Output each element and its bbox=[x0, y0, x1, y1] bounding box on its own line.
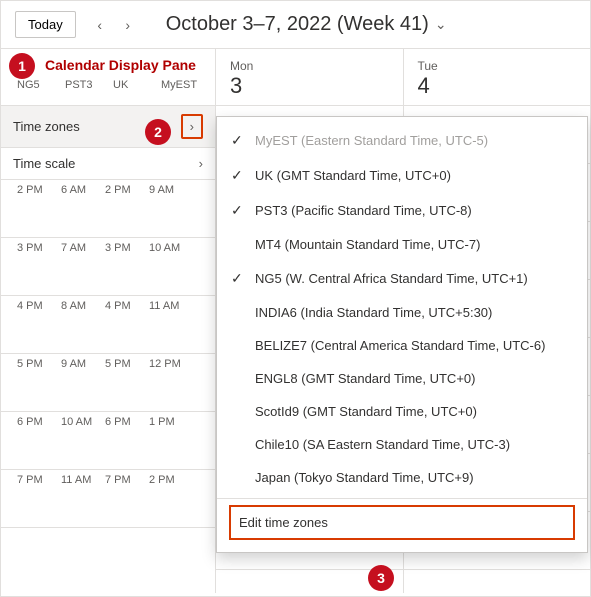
check-icon: ✓ bbox=[231, 270, 251, 287]
timezone-option[interactable]: BELIZE7 (Central America Standard Time, … bbox=[217, 329, 587, 362]
timezone-option-label: NG5 (W. Central Africa Standard Time, UT… bbox=[255, 271, 528, 286]
time-cell: 3 PM bbox=[105, 242, 149, 295]
timezone-option-label: UK (GMT Standard Time, UTC+0) bbox=[255, 168, 451, 183]
time-row: 6 PM10 AM6 PM1 PM bbox=[1, 412, 215, 470]
annotation-badge-1: 1 bbox=[9, 53, 35, 79]
tz-col-1: PST3 bbox=[65, 79, 109, 91]
date-range-label: October 3–7, 2022 (Week 41) bbox=[166, 13, 429, 36]
time-cell: 9 AM bbox=[61, 358, 105, 411]
calendar-header-row: Calendar Display Pane NG5 PST3 UK MyEST … bbox=[1, 49, 590, 106]
time-cell: 5 PM bbox=[17, 358, 61, 411]
timezone-option[interactable]: INDIA6 (India Standard Time, UTC+5:30) bbox=[217, 296, 587, 329]
timezone-header-pane: Calendar Display Pane NG5 PST3 UK MyEST bbox=[1, 49, 216, 105]
day-number: 3 bbox=[230, 73, 389, 99]
time-cell: 2 PM bbox=[149, 474, 193, 527]
prev-week-button[interactable]: ‹ bbox=[88, 13, 112, 37]
tz-col-2: UK bbox=[113, 79, 157, 91]
edit-time-zones[interactable]: Edit time zones bbox=[229, 505, 575, 540]
timezone-option-label: ENGL8 (GMT Standard Time, UTC+0) bbox=[255, 371, 475, 386]
date-range-picker[interactable]: October 3–7, 2022 (Week 41) ⌄ bbox=[166, 13, 447, 36]
chevron-right-icon: › bbox=[125, 17, 130, 33]
annotation-badge-2: 2 bbox=[145, 119, 171, 145]
time-cell: 7 AM bbox=[61, 242, 105, 295]
time-scale-label: Time scale bbox=[13, 156, 75, 171]
time-cell: 12 PM bbox=[149, 358, 193, 411]
left-time-pane: Time zones › Time scale › 2 PM6 AM2 PM9 … bbox=[1, 106, 216, 593]
next-week-button[interactable]: › bbox=[116, 13, 140, 37]
timezone-option-label: Chile10 (SA Eastern Standard Time, UTC-3… bbox=[255, 437, 510, 452]
dropdown-separator bbox=[217, 498, 587, 499]
time-cell: 6 PM bbox=[105, 416, 149, 469]
today-button[interactable]: Today bbox=[15, 11, 76, 38]
time-cell: 7 PM bbox=[17, 474, 61, 527]
time-zones-label: Time zones bbox=[13, 119, 80, 134]
time-cell: 5 PM bbox=[105, 358, 149, 411]
time-cell: 10 AM bbox=[149, 242, 193, 295]
tz-col-3: MyEST bbox=[161, 79, 205, 91]
timezone-option-label: MyEST (Eastern Standard Time, UTC-5) bbox=[255, 133, 488, 148]
time-cell: 4 PM bbox=[105, 300, 149, 353]
check-icon: ✓ bbox=[231, 132, 251, 149]
timezone-column-labels: NG5 PST3 UK MyEST bbox=[1, 77, 215, 95]
annotation-badge-3: 3 bbox=[368, 565, 394, 591]
timezone-option[interactable]: MT4 (Mountain Standard Time, UTC-7) bbox=[217, 228, 587, 261]
timezone-option[interactable]: ✓ NG5 (W. Central Africa Standard Time, U… bbox=[217, 261, 587, 296]
timezone-option-label: PST3 (Pacific Standard Time, UTC-8) bbox=[255, 203, 472, 218]
edit-time-zones-label: Edit time zones bbox=[239, 515, 328, 530]
time-zones-dropdown: ✓ MyEST (Eastern Standard Time, UTC-5) ✓ UK… bbox=[216, 116, 588, 553]
time-scale-row[interactable]: Time scale › bbox=[1, 148, 215, 180]
timezone-option[interactable]: ScotId9 (GMT Standard Time, UTC+0) bbox=[217, 395, 587, 428]
timezone-option[interactable]: Japan (Tokyo Standard Time, UTC+9) bbox=[217, 461, 587, 494]
chevron-left-icon: ‹ bbox=[97, 17, 102, 33]
timezone-option[interactable]: ✓ UK (GMT Standard Time, UTC+0) bbox=[217, 158, 587, 193]
chevron-right-icon: › bbox=[199, 156, 203, 171]
time-cell: 7 PM bbox=[105, 474, 149, 527]
time-row: 3 PM7 AM3 PM10 AM bbox=[1, 238, 215, 296]
time-cell: 9 AM bbox=[149, 184, 193, 237]
time-cell: 8 AM bbox=[61, 300, 105, 353]
day-name: Mon bbox=[230, 59, 389, 73]
time-row: 7 PM11 AM7 PM2 PM bbox=[1, 470, 215, 528]
chevron-right-icon: › bbox=[181, 114, 203, 139]
time-cell: 3 PM bbox=[17, 242, 61, 295]
time-cell: 10 AM bbox=[61, 416, 105, 469]
check-icon: ✓ bbox=[231, 202, 251, 219]
time-cell: 1 PM bbox=[149, 416, 193, 469]
timezone-option[interactable]: ENGL8 (GMT Standard Time, UTC+0) bbox=[217, 362, 587, 395]
time-cell: 6 PM bbox=[17, 416, 61, 469]
timezone-option[interactable]: ✓ PST3 (Pacific Standard Time, UTC-8) bbox=[217, 193, 587, 228]
time-row: 4 PM8 AM4 PM11 AM bbox=[1, 296, 215, 354]
time-row: 5 PM9 AM5 PM12 PM bbox=[1, 354, 215, 412]
timezone-option[interactable]: Chile10 (SA Eastern Standard Time, UTC-3… bbox=[217, 428, 587, 461]
timezone-option-label: BELIZE7 (Central America Standard Time, … bbox=[255, 338, 545, 353]
timezone-option-label: MT4 (Mountain Standard Time, UTC-7) bbox=[255, 237, 480, 252]
time-cell: 6 AM bbox=[61, 184, 105, 237]
time-row: 2 PM6 AM2 PM9 AM bbox=[1, 180, 215, 238]
day-header-mon[interactable]: Mon 3 bbox=[216, 49, 404, 105]
time-cell: 2 PM bbox=[17, 184, 61, 237]
time-cell: 4 PM bbox=[17, 300, 61, 353]
day-number: 4 bbox=[418, 73, 577, 99]
day-header-tue[interactable]: Tue 4 bbox=[404, 49, 591, 105]
timezone-option-label: INDIA6 (India Standard Time, UTC+5:30) bbox=[255, 305, 492, 320]
check-icon: ✓ bbox=[231, 167, 251, 184]
timezone-option-label: ScotId9 (GMT Standard Time, UTC+0) bbox=[255, 404, 477, 419]
calendar-toolbar: Today ‹ › October 3–7, 2022 (Week 41) ⌄ bbox=[1, 1, 590, 48]
time-cell: 11 AM bbox=[61, 474, 105, 527]
timezone-option-label: Japan (Tokyo Standard Time, UTC+9) bbox=[255, 470, 474, 485]
time-zones-row[interactable]: Time zones › bbox=[1, 106, 215, 148]
time-cell: 11 AM bbox=[149, 300, 193, 353]
timezone-option: ✓ MyEST (Eastern Standard Time, UTC-5) bbox=[217, 123, 587, 158]
tz-col-0: NG5 bbox=[17, 79, 61, 91]
time-cell: 2 PM bbox=[105, 184, 149, 237]
chevron-down-icon: ⌄ bbox=[435, 16, 447, 33]
day-name: Tue bbox=[418, 59, 577, 73]
